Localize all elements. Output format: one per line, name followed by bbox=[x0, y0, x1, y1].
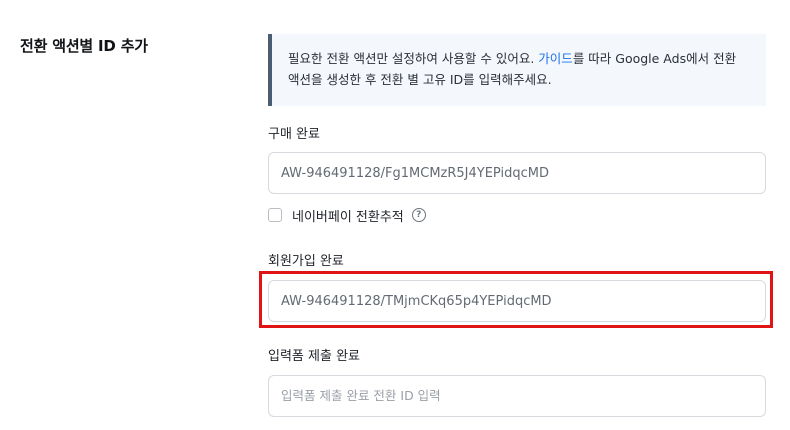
signup-label: 회원가입 완료 bbox=[268, 254, 344, 269]
info-notice: 필요한 전환 액션만 설정하여 사용할 수 있어요. 가이드를 따라 Googl… bbox=[268, 34, 766, 106]
question-circle-icon[interactable]: ? bbox=[411, 208, 426, 222]
form-submit-label: 입력폼 제출 완료 bbox=[268, 349, 360, 364]
guide-link[interactable]: 가이드 bbox=[538, 51, 573, 66]
conversion-settings-page: 전환 액션별 ID 추가 필요한 전환 액션만 설정하여 사용할 수 있어요. … bbox=[0, 0, 790, 430]
conversion-form: 필요한 전환 액션만 설정하여 사용할 수 있어요. 가이드를 따라 Googl… bbox=[268, 34, 766, 417]
form-submit-conversion-id-input[interactable] bbox=[268, 375, 766, 417]
section-title: 전환 액션별 ID 추가 bbox=[20, 37, 148, 55]
naverpay-tracking-checkbox[interactable] bbox=[268, 208, 282, 222]
signup-conversion-id-input[interactable] bbox=[268, 280, 766, 322]
notice-text-before: 필요한 전환 액션만 설정하여 사용할 수 있어요. bbox=[288, 51, 539, 66]
purchase-conversion-id-input[interactable] bbox=[268, 152, 766, 194]
naverpay-tracking-label[interactable]: 네이버페이 전환추적 bbox=[292, 206, 404, 225]
naverpay-tracking-row: 네이버페이 전환추적 ? bbox=[268, 206, 426, 225]
purchase-label: 구매 완료 bbox=[268, 127, 320, 142]
